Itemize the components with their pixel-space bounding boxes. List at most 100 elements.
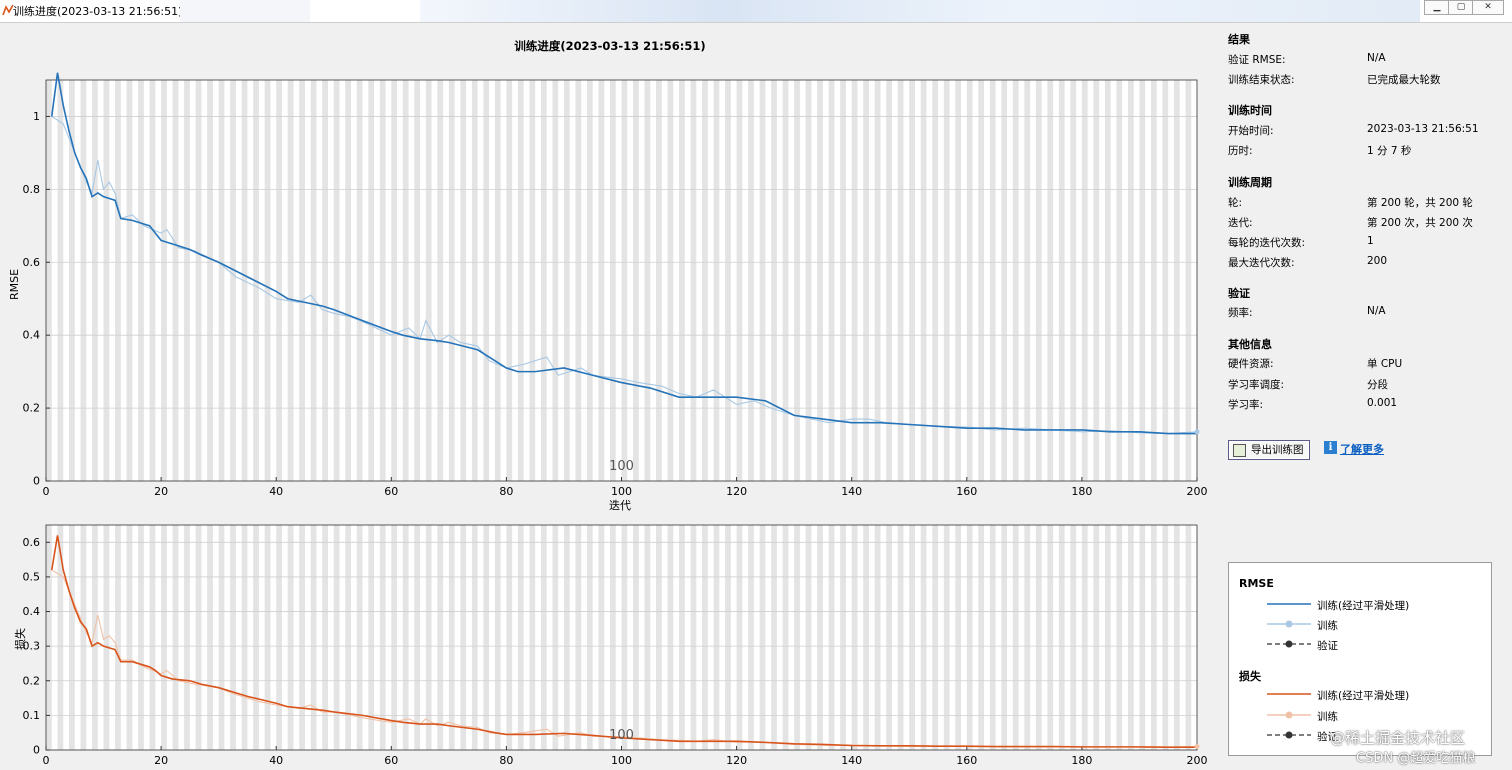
legend-loss-validation-marker [1285, 731, 1293, 739]
rmse-epoch-band [57, 80, 64, 481]
rmse-epoch-band [1150, 80, 1157, 481]
loss-epoch-band [1104, 525, 1111, 750]
loss-epoch-band [483, 525, 490, 750]
loss-epoch-band [161, 525, 167, 750]
rmse-epoch-band [1024, 80, 1031, 481]
loss-epoch-band [402, 525, 409, 750]
close-icon: ✕ [1484, 2, 1492, 12]
time-title: 训练时间 [1228, 104, 1272, 117]
start-time-label: 开始时间: [1228, 125, 1274, 137]
rmse-epoch-band [1127, 80, 1134, 481]
loss-epoch-band [713, 525, 720, 750]
val-rmse-value: N/A [1367, 52, 1386, 64]
export-icon [1233, 444, 1246, 457]
loss-epoch-band [195, 525, 202, 750]
loss-xtick-label: 60 [384, 754, 398, 767]
loss-epoch-band [586, 525, 593, 750]
rmse-epoch-band [690, 80, 697, 481]
rmse-epoch-band [379, 80, 386, 481]
rmse-epoch-band [195, 80, 202, 481]
loss-epoch-band [172, 525, 179, 750]
loss-epoch-band [897, 525, 904, 750]
loss-xtick-label: 200 [1187, 754, 1208, 767]
loss-epoch-band [218, 525, 225, 750]
loss-epoch-band [1047, 525, 1054, 750]
rmse-xtick-label: 80 [499, 485, 513, 498]
rmse-epoch-band [759, 80, 766, 481]
legend-loss-title: 损失 [1239, 670, 1261, 683]
loss-xtick-label: 20 [154, 754, 168, 767]
training-plots: 0 0.2 0.4 0.6 0.8 1 0 20 40 60 80 100 120 140 160 180 20… [23, 72, 1208, 767]
status-label: 训练结束状态: [1228, 74, 1295, 86]
rmse-epoch-band [345, 80, 352, 481]
rmse-epoch-band [115, 80, 121, 481]
hardware-value: 单 CPU [1367, 358, 1403, 370]
loss-epoch-band [69, 525, 75, 750]
rmse-epoch-band [322, 80, 328, 481]
loss-epoch-band [874, 525, 881, 750]
loss-epoch-band [667, 525, 674, 750]
rmse-epoch-band [517, 80, 524, 481]
loss-epoch-band [598, 525, 605, 750]
rmse-epoch-band [909, 80, 916, 481]
loss-epoch-band [1058, 525, 1065, 750]
loss-plot: 00.10.20.30.40.50.60 20 40 60 80 100 120 140 160… [23, 524, 1208, 767]
rmse-epoch-band [1185, 80, 1192, 481]
loss-ylabel: 损失 [14, 628, 27, 650]
rmse-epoch-band [702, 80, 708, 481]
rmse-epoch-band [644, 80, 651, 481]
rmse-epoch-band [897, 80, 904, 481]
loss-epoch-band [1001, 525, 1008, 750]
loss-epoch-band [57, 525, 64, 750]
max-iter-label: 最大迭代次数: [1228, 257, 1295, 269]
loss-epoch-band [1173, 525, 1180, 750]
loss-epoch-band [207, 525, 213, 750]
loss-epoch-band [529, 525, 536, 750]
elapsed-value: 1 分 7 秒 [1367, 145, 1412, 157]
loss-ytick-label: 0 [33, 744, 40, 757]
rmse-last-point [1194, 429, 1200, 435]
info-icon[interactable]: i [1324, 441, 1337, 454]
hardware-label: 硬件资源: [1228, 358, 1274, 370]
close-button[interactable]: ✕ [1472, 0, 1504, 15]
rmse-epoch-band [276, 80, 282, 481]
loss-epoch-band [575, 525, 582, 750]
loss-epoch-band [966, 525, 973, 750]
loss-epoch-band [184, 525, 190, 750]
rmse-xtick-label: 40 [269, 485, 283, 498]
rmse-epoch-band [414, 80, 421, 481]
loss-last-point [1194, 744, 1200, 750]
watermark-csdn: CSDN @超爱吃猫粮 [1356, 751, 1476, 766]
rmse-epoch-band [679, 80, 685, 481]
loss-epoch-band [345, 525, 352, 750]
rmse-epoch-band [1058, 80, 1065, 481]
rmse-epoch-band [46, 80, 52, 481]
learn-more-link[interactable]: 了解更多 [1340, 441, 1384, 457]
rmse-epoch-band [310, 80, 317, 481]
rmse-epoch-band [448, 80, 455, 481]
rmse-epoch-band [460, 80, 467, 481]
rmse-epoch-band [471, 80, 478, 481]
rmse-ytick-label: 1 [33, 110, 40, 123]
loss-epoch-band [909, 525, 916, 750]
loss-epoch-band [759, 525, 766, 750]
rmse-epoch-band [1139, 80, 1146, 481]
export-plot-button[interactable]: 导出训练图 [1228, 440, 1310, 460]
iter-per-epoch-label: 每轮的迭代次数: [1228, 237, 1306, 249]
rmse-epoch-band [80, 80, 87, 481]
rmse-xtick-label: 160 [956, 485, 977, 498]
loss-epoch-band [794, 525, 800, 750]
minimize-button[interactable]: ▁ [1424, 0, 1450, 15]
loss-epoch-band [644, 525, 651, 750]
maximize-button[interactable]: ▢ [1448, 0, 1474, 15]
rmse-epoch-band [92, 80, 98, 481]
rmse-epoch-band [333, 80, 340, 481]
epoch-value: 第 200 轮，共 200 轮 [1367, 197, 1473, 209]
epoch-label: 轮: [1228, 197, 1243, 209]
loss-epoch-band [932, 525, 939, 750]
loss-epoch-band [379, 525, 386, 750]
loss-epoch-band [725, 525, 731, 750]
cycle-title: 训练周期 [1228, 176, 1272, 189]
loss-epoch-band [264, 525, 271, 750]
legend-rmse-validation-marker [1285, 640, 1293, 648]
